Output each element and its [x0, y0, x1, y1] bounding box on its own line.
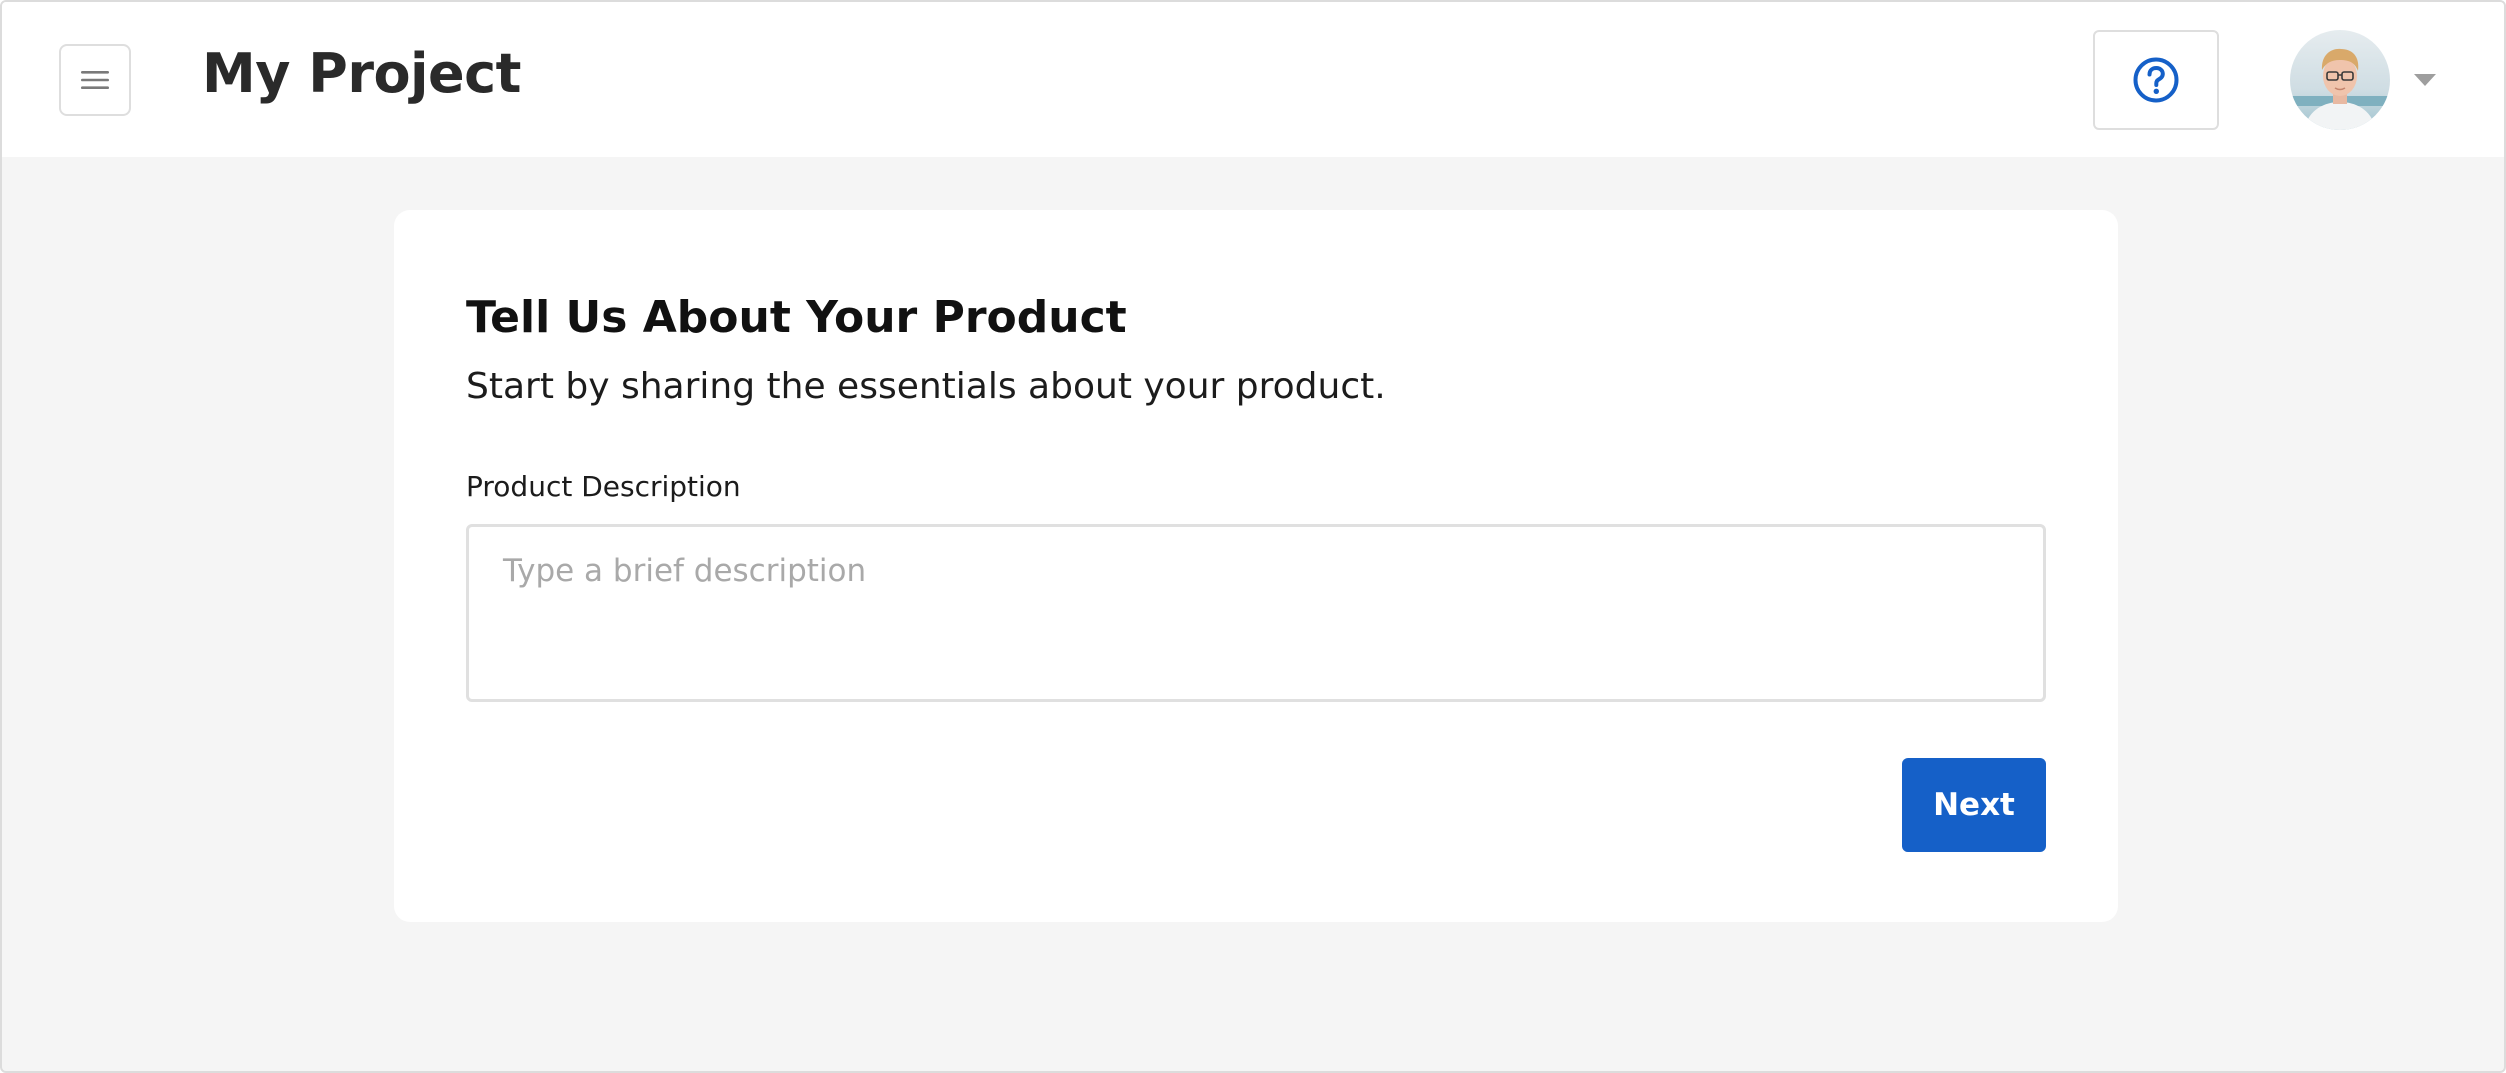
question-circle-icon — [2133, 57, 2179, 103]
product-description-input[interactable] — [466, 524, 2046, 702]
product-form-card: Tell Us About Your Product Start by shar… — [394, 210, 2118, 922]
next-button[interactable]: Next — [1902, 758, 2046, 852]
page-title: My Project — [202, 42, 522, 105]
avatar-photo — [2290, 30, 2390, 130]
caret-down-icon — [2414, 74, 2436, 86]
help-button[interactable] — [2093, 30, 2219, 130]
hamburger-icon — [81, 71, 109, 89]
user-avatar[interactable] — [2290, 30, 2390, 130]
account-menu-caret[interactable] — [2412, 72, 2438, 88]
form-subtitle: Start by sharing the essentials about yo… — [466, 366, 1386, 407]
app-window: My Project Tell Us About Your Product St… — [0, 0, 2506, 1073]
menu-button[interactable] — [59, 44, 131, 116]
form-title: Tell Us About Your Product — [466, 292, 1127, 343]
product-description-label: Product Description — [466, 470, 741, 503]
top-header: My Project — [2, 2, 2504, 157]
